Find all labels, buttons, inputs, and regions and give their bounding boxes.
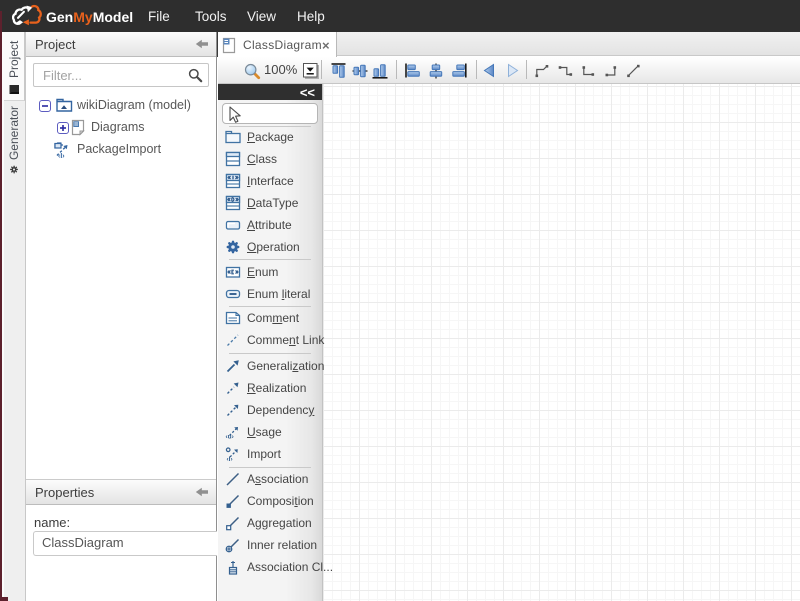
svg-text:‹I›: ‹I› bbox=[58, 153, 65, 159]
svg-text:‹I›: ‹I› bbox=[227, 456, 233, 462]
svg-text:‹u›: ‹u› bbox=[226, 434, 234, 441]
